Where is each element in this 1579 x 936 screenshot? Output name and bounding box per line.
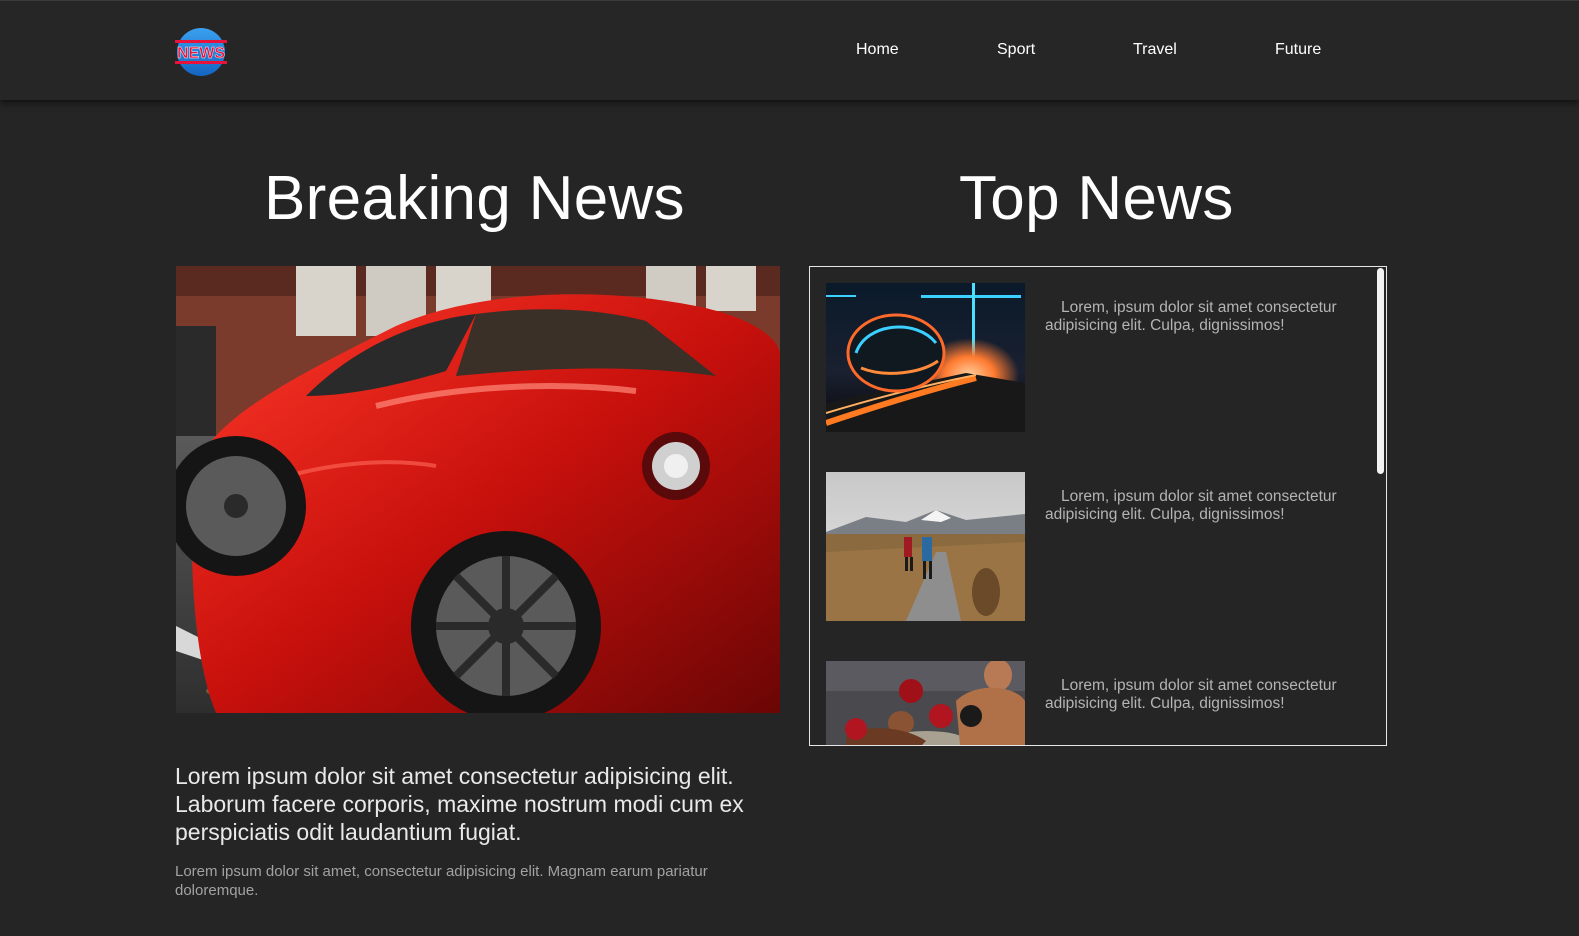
top-news-list[interactable]: Lorem, ipsum dolor sit amet consectetur … bbox=[809, 266, 1387, 746]
scrollbar-thumb[interactable] bbox=[1377, 268, 1384, 474]
breaking-news-headline[interactable]: Lorem ipsum dolor sit amet consectetur a… bbox=[175, 762, 785, 846]
logo-text: NEWS bbox=[177, 45, 225, 62]
breaking-news-image[interactable] bbox=[176, 266, 780, 713]
top-news-text-1: Lorem, ipsum dolor sit amet consectetur … bbox=[1045, 299, 1337, 334]
top-news-thumb-3 bbox=[826, 661, 1025, 745]
top-news-item[interactable]: Lorem, ipsum dolor sit amet consectetur … bbox=[826, 283, 1366, 443]
hikers-photo-icon bbox=[826, 472, 1025, 621]
nav-future[interactable]: Future bbox=[1275, 41, 1321, 59]
news-logo[interactable]: NEWS bbox=[175, 26, 227, 78]
top-news-thumb-2 bbox=[826, 472, 1025, 621]
futuristic-car-photo-icon bbox=[826, 283, 1025, 432]
car-photo-icon bbox=[176, 266, 780, 713]
nav-home[interactable]: Home bbox=[856, 41, 899, 59]
boxing-photo-icon bbox=[826, 661, 1025, 745]
top-news-title: Top News bbox=[959, 164, 1234, 233]
navbar: NEWS Home Sport Travel Future bbox=[0, 0, 1579, 100]
top-news-item[interactable]: Lorem, ipsum dolor sit amet consectetur … bbox=[826, 661, 1366, 745]
top-news-text-2: Lorem, ipsum dolor sit amet consectetur … bbox=[1045, 488, 1337, 523]
top-news-item[interactable]: Lorem, ipsum dolor sit amet consectetur … bbox=[826, 472, 1366, 632]
breaking-news-summary: Lorem ipsum dolor sit amet, consectetur … bbox=[175, 863, 708, 899]
nav-travel[interactable]: Travel bbox=[1133, 41, 1177, 59]
globe-icon: NEWS bbox=[175, 28, 227, 76]
top-news-text-3: Lorem, ipsum dolor sit amet consectetur … bbox=[1045, 677, 1337, 712]
breaking-news-title: Breaking News bbox=[264, 164, 685, 233]
nav-sport[interactable]: Sport bbox=[997, 41, 1035, 59]
top-news-thumb-1 bbox=[826, 283, 1025, 432]
